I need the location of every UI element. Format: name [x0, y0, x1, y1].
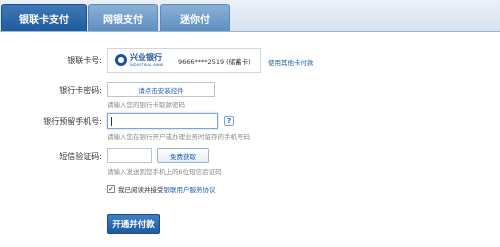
- sms-code-label: 短信验证码:: [59, 152, 102, 161]
- phone-label: 银行预留手机号:: [43, 117, 102, 126]
- card-password-label: 银行卡密码:: [59, 86, 102, 95]
- tab-online-banking[interactable]: 网银支付: [88, 4, 158, 31]
- phone-hint: 请输入您在银行开户或办理业务时留存的手机号码: [107, 133, 250, 141]
- sms-code-input[interactable]: [107, 148, 152, 163]
- password-hint: 请输入您的银行卡取款密码: [107, 101, 185, 109]
- agreement-text: 我已阅读并接受银联用户服务协议: [118, 184, 216, 194]
- tab-unionpay-card[interactable]: 银联卡支付: [1, 4, 87, 31]
- bank-logo-icon: [115, 54, 127, 66]
- card-number: 9666****2519 (储蓄卡): [178, 58, 251, 66]
- phone-input[interactable]: [107, 113, 218, 129]
- tab-bar: 银联卡支付 网银支付 迷你付: [0, 0, 500, 32]
- install-control-button[interactable]: 请点击安装控件: [107, 82, 215, 97]
- card-number-label: 银联卡号:: [67, 56, 102, 65]
- payment-page: 银联卡支付 网银支付 迷你付 银联卡号: 兴业银行 INDUSTRIAL BAN…: [0, 0, 500, 247]
- get-sms-code-button[interactable]: 免费获取: [157, 148, 209, 163]
- open-and-pay-button[interactable]: 开通并付款: [107, 214, 160, 234]
- text-caret: [111, 117, 112, 126]
- agreement-link[interactable]: 银联用户服务协议: [164, 186, 216, 194]
- bank-name: 兴业银行: [130, 53, 162, 62]
- card-display: 兴业银行 INDUSTRIAL BANK 9666****2519 (储蓄卡): [107, 48, 261, 73]
- bank-name-en: INDUSTRIAL BANK: [130, 63, 164, 67]
- help-icon[interactable]: ?: [224, 116, 234, 126]
- agreement-checkbox[interactable]: ✓: [107, 185, 115, 193]
- sms-hint: 请输入发送到您手机上的6位短信验证码: [107, 168, 222, 176]
- tab-mini-pay[interactable]: 迷你付: [160, 4, 230, 31]
- other-card-link[interactable]: 使用其他卡付款: [268, 57, 314, 67]
- agreement-label: 我已阅读并接受: [118, 186, 164, 194]
